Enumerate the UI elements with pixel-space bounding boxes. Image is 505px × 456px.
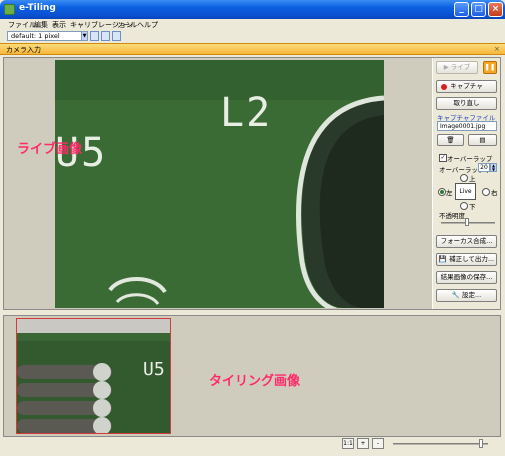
- menu-help[interactable]: ヘルプ: [137, 20, 158, 30]
- control-panel: ▶ ライブ ❚❚ キャプチャ 取り直し キャプチャファイル Image0001.…: [433, 58, 500, 309]
- zoom-slider-thumb[interactable]: [479, 439, 483, 448]
- capture-file-field[interactable]: Image0001.jpg: [437, 121, 497, 131]
- grid-icon[interactable]: [90, 31, 99, 41]
- overlap-checkbox[interactable]: ✓: [439, 154, 447, 162]
- direction-down-radio[interactable]: [460, 202, 468, 210]
- window-title: e-Tiling: [19, 3, 56, 13]
- tiling-pcb-label-u5: U5: [143, 359, 165, 380]
- save-result-button[interactable]: 結果画像の保存...: [436, 271, 497, 284]
- pause-icon[interactable]: ❚❚: [483, 61, 497, 74]
- overlap-rate-spinner[interactable]: ▲ ▼: [490, 163, 497, 172]
- settings-button[interactable]: 🔧 設定...: [436, 289, 497, 302]
- direction-right-label: 右: [491, 189, 498, 197]
- overlap-checkbox-label: オーバーラップ: [447, 155, 493, 163]
- panel-header: カメラ入力 ×: [0, 43, 505, 55]
- live-button-label: ライブ: [450, 63, 471, 71]
- tiling-image[interactable]: U5: [16, 318, 171, 434]
- overlap-rate-input[interactable]: 20: [478, 163, 490, 172]
- close-button[interactable]: ×: [488, 2, 503, 17]
- transparency-label: 不透明度: [439, 212, 465, 220]
- tiling-image-annotation: タイリング画像: [209, 374, 301, 389]
- correct-output-label: 補正して出力...: [449, 255, 495, 263]
- redo-capture-button[interactable]: 取り直し: [436, 97, 497, 110]
- direction-right-radio[interactable]: [482, 188, 490, 196]
- transparency-slider-thumb[interactable]: [465, 218, 469, 226]
- toolbar: default: 1 pixel ▼: [0, 30, 505, 42]
- title-bar[interactable]: [0, 0, 505, 19]
- menu-bar: ファイル 編集 表示 キャリブレーション ツール ヘルプ: [0, 19, 505, 30]
- panel-title: カメラ入力: [6, 46, 41, 54]
- zoom-out-button[interactable]: -: [372, 438, 384, 449]
- correct-output-button[interactable]: 💾 補正して出力...: [436, 253, 497, 266]
- live-position-box: Live: [455, 183, 476, 200]
- preset-select-value: default: 1 pixel: [11, 32, 60, 40]
- record-icon: [441, 84, 447, 90]
- delete-file-button[interactable]: 🗑: [437, 134, 464, 146]
- live-camera-image[interactable]: U5 L2: [55, 60, 384, 308]
- direction-up-label: 上: [469, 175, 476, 183]
- zoom-in-button[interactable]: +: [357, 438, 369, 449]
- capture-button-label: キャプチャ: [450, 82, 483, 90]
- menu-tools[interactable]: ツール: [116, 20, 137, 30]
- menu-view[interactable]: 表示: [52, 20, 66, 30]
- capture-button[interactable]: キャプチャ: [436, 80, 497, 93]
- live-button[interactable]: ▶ ライブ: [436, 61, 478, 74]
- zoom-slider-track[interactable]: [393, 443, 488, 445]
- trash-icon: 🗑: [446, 136, 455, 144]
- focus-stack-button[interactable]: フォーカス合成...: [436, 235, 497, 248]
- open-folder-button[interactable]: ▤: [468, 134, 497, 146]
- print-icon[interactable]: [112, 31, 121, 41]
- direction-down-label: 下: [469, 203, 476, 211]
- chevron-down-icon[interactable]: ▼: [81, 31, 88, 41]
- app-icon: [4, 4, 15, 15]
- minimize-button[interactable]: _: [454, 2, 469, 17]
- save-icon: 💾: [438, 255, 447, 263]
- window-icon[interactable]: [101, 31, 110, 41]
- menu-file[interactable]: ファイル: [8, 20, 36, 30]
- zoom-actual-size-button[interactable]: 1:1: [342, 438, 354, 449]
- settings-button-label: 設定...: [461, 291, 482, 299]
- menu-edit[interactable]: 編集: [34, 20, 48, 30]
- panel-close-icon[interactable]: ×: [494, 45, 500, 53]
- capture-file-value: Image0001.jpg: [440, 123, 486, 130]
- direction-left-radio[interactable]: [438, 188, 446, 196]
- folder-icon: ▤: [479, 136, 486, 144]
- play-icon: ▶: [443, 63, 449, 71]
- pcb-label-l2: L2: [220, 90, 273, 136]
- direction-left-label: 左: [446, 189, 453, 197]
- preset-select[interactable]: default: 1 pixel: [7, 31, 87, 41]
- status-bar: [0, 437, 505, 456]
- live-image-annotation: ライブ画像: [17, 142, 83, 157]
- direction-up-radio[interactable]: [460, 174, 468, 182]
- wrench-icon: 🔧: [451, 291, 460, 299]
- maximize-button[interactable]: □: [471, 2, 486, 17]
